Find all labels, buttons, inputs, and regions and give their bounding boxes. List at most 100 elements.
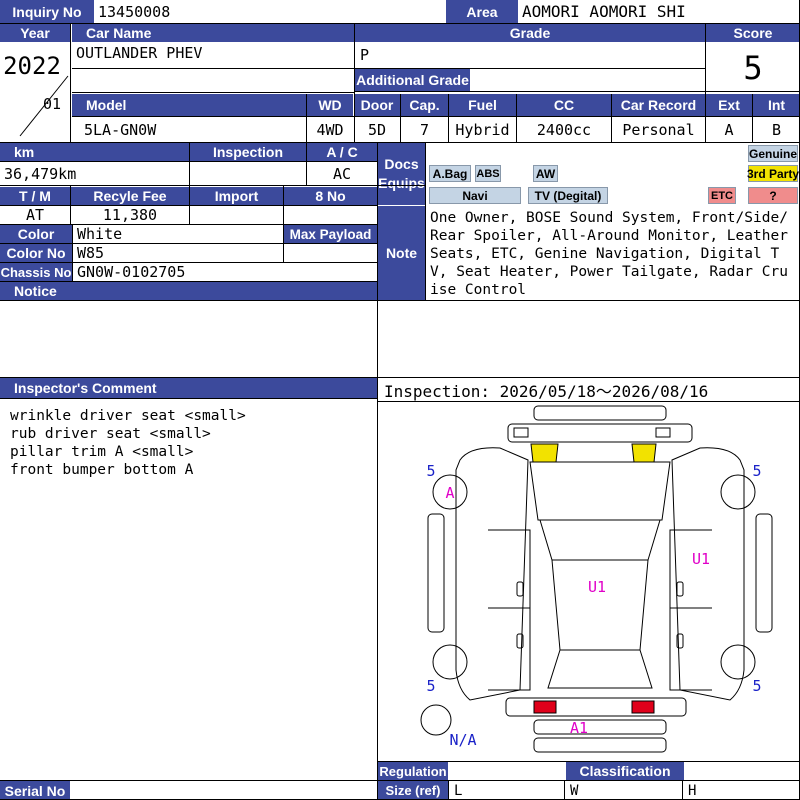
eightno-label: 8 No	[284, 187, 377, 205]
month-value: 01	[42, 95, 62, 113]
left-front-handle	[516, 581, 524, 597]
right-headlight	[631, 443, 657, 463]
navi-badge: Navi	[429, 187, 521, 204]
car-record-value: Personal	[622, 121, 695, 139]
abag-badge: A.Bag	[429, 165, 471, 182]
left-side-tires	[427, 513, 445, 633]
windshield	[539, 519, 661, 561]
ac-label: A / C	[307, 143, 377, 161]
ac-value: AC	[332, 165, 351, 183]
door-label: Door	[354, 94, 400, 116]
third-party-badge: 3rd Party	[746, 165, 800, 182]
size-l: L	[454, 782, 463, 799]
docs-equips-label: Docs Equips	[378, 143, 425, 205]
mark-spare: N/A	[449, 731, 477, 749]
area-label: Area	[446, 0, 518, 23]
door-value: 5D	[367, 121, 387, 139]
car-name-label: Car Name	[72, 24, 354, 42]
front-bumper-top	[533, 405, 667, 421]
color-value: White	[77, 225, 123, 243]
question-badge: ?	[748, 187, 798, 204]
comment-line: front bumper bottom A	[10, 462, 194, 478]
model-label: Model	[72, 94, 306, 116]
import-value	[190, 206, 283, 224]
tm-label: T / M	[0, 187, 70, 205]
recycle-value: 11,380	[102, 206, 158, 224]
abs-badge: ABS	[475, 165, 501, 182]
docs-label: Docs	[384, 156, 419, 172]
front-left-lamp	[513, 427, 529, 438]
ext-value: A	[724, 121, 734, 139]
size-w: W	[570, 782, 579, 799]
right-taillight	[631, 700, 655, 714]
equips-label: Equips	[378, 175, 425, 191]
tire-mark-rr: 5	[752, 677, 762, 695]
wd-value: 4WD	[316, 121, 344, 139]
max-payload-label: Max Payload	[284, 225, 377, 243]
inspection-value	[190, 163, 306, 185]
inspection-period: Inspection: 2026/05/18～2026/08/16	[384, 382, 709, 401]
eightno-value	[284, 206, 377, 224]
left-headlight	[530, 443, 559, 463]
cap-value: 7	[419, 121, 430, 139]
km-value: 36,479km	[4, 165, 77, 183]
regulation-label: Regulation	[378, 762, 448, 780]
tm-value: AT	[25, 206, 45, 224]
car-name-value: OUTLANDER PHEV	[76, 44, 203, 62]
rear-bumper-lower	[533, 737, 667, 753]
inspector-comment-list: wrinkle driver seat <small> rub driver s…	[10, 407, 370, 479]
chassis-label: Chassis No	[0, 263, 72, 281]
rear-bumper	[505, 697, 687, 717]
tire-mark-fr: 5	[752, 462, 762, 480]
score-label: Score	[706, 24, 800, 42]
front-right-wheel	[720, 474, 756, 510]
note-label: Note	[378, 206, 425, 300]
year-label: Year	[0, 24, 70, 42]
front-right-lamp	[655, 427, 671, 438]
additional-grade-label: Additional Grade	[355, 69, 470, 91]
note-text: One Owner, BOSE Sound System, Front/Side…	[430, 210, 788, 298]
size-label: Size (ref)	[378, 781, 448, 800]
grade-label: Grade	[355, 24, 705, 42]
ext-label: Ext	[706, 94, 752, 116]
inquiry-label: Inquiry No	[0, 0, 94, 23]
right-front-handle	[676, 581, 684, 597]
rear-bumper-bottom	[533, 719, 667, 735]
mark-roof: U1	[587, 578, 607, 596]
comment-line: pillar trim A <small>	[10, 444, 194, 460]
right-side-tires	[755, 513, 773, 633]
import-label: Import	[190, 187, 283, 205]
notice-label: Notice	[0, 282, 377, 300]
right-side-body	[671, 447, 745, 701]
rear-right-wheel	[720, 644, 756, 680]
area-value: AOMORI AOMORI SHI	[522, 2, 686, 21]
grade-value: P	[360, 46, 370, 64]
cc-label: CC	[517, 94, 611, 116]
front-bumper	[507, 423, 693, 443]
km-label: km	[0, 143, 189, 161]
model-value: 5LA-GN0W	[84, 121, 157, 139]
tv-badge: TV (Degital)	[528, 187, 608, 204]
color-no-value: W85	[77, 244, 105, 262]
genuine-badge: Genuine	[748, 145, 798, 162]
wd-label: WD	[307, 94, 353, 116]
comment-line: wrinkle driver seat <small>	[10, 408, 246, 424]
aw-badge: AW	[533, 165, 558, 182]
chassis-value: GN0W-0102705	[77, 263, 186, 281]
size-h: H	[688, 782, 697, 799]
fuel-value: Hybrid	[455, 121, 510, 139]
int-label: Int	[753, 94, 800, 116]
int-value: B	[771, 121, 782, 139]
inspection-label: Inspection	[190, 143, 306, 161]
cap-label: Cap.	[401, 94, 448, 116]
inspector-comment-label: Inspector's Comment	[0, 378, 377, 398]
additional-grade-value	[471, 69, 705, 91]
score-value: 5	[743, 49, 763, 87]
classification-label: Classification	[566, 762, 684, 780]
car-record-label: Car Record	[612, 94, 705, 116]
left-doors	[488, 529, 531, 691]
left-taillight	[533, 700, 557, 714]
etc-badge: ETC	[708, 187, 736, 204]
recycle-label: Recyle Fee	[71, 187, 189, 205]
color-no-label: Color No	[0, 244, 72, 262]
